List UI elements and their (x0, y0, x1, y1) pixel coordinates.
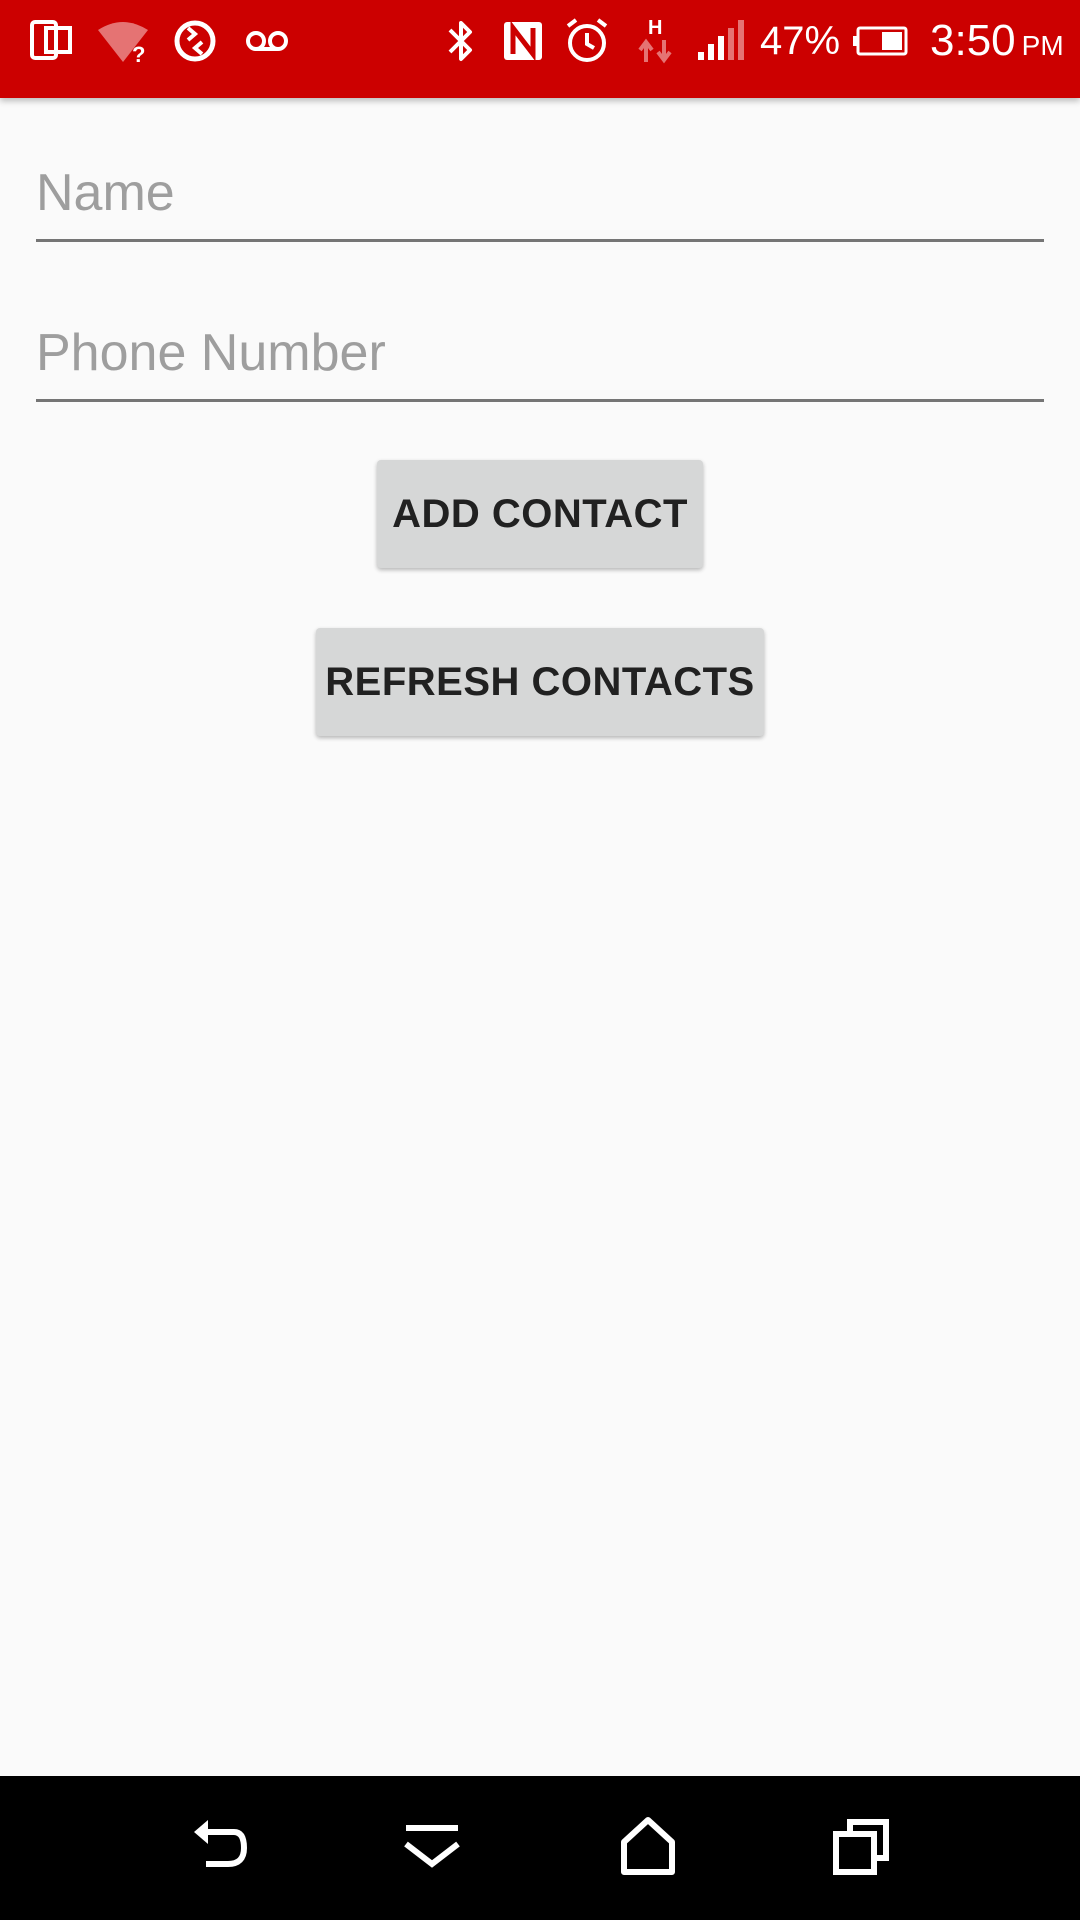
battery-percent: 47% (760, 19, 841, 63)
signal-icon (698, 20, 744, 60)
screen-icon (30, 20, 72, 60)
refresh-contacts-button[interactable]: REFRESH CONTACTS (316, 628, 764, 736)
voicemail-icon (246, 31, 288, 51)
nfc-icon (504, 20, 542, 62)
home-icon[interactable] (608, 1808, 688, 1888)
h-data-icon: H (638, 17, 672, 64)
add-contact-button[interactable]: ADD CONTACT (377, 460, 703, 568)
sync-icon (174, 20, 216, 62)
notifications-shade-icon[interactable] (392, 1808, 472, 1888)
clock: 3:50 PM (930, 14, 1064, 68)
main-content: ADD CONTACT REFRESH CONTACTS (0, 98, 1080, 1776)
wifi-unknown-icon: ? (98, 22, 148, 67)
name-field[interactable] (36, 152, 1044, 242)
clock-ampm: PM (1021, 30, 1064, 61)
back-icon[interactable] (176, 1808, 256, 1888)
battery-icon (853, 26, 908, 56)
svg-text:H: H (648, 17, 662, 39)
phone-number-field[interactable] (36, 312, 1044, 402)
recents-icon[interactable] (822, 1808, 902, 1888)
navigation-bar (0, 1776, 1080, 1920)
status-bar: ? H 47% 3:50 PM (0, 0, 1080, 98)
clock-time: 3:50 (930, 16, 1016, 65)
alarm-icon (566, 18, 608, 62)
svg-text:?: ? (132, 42, 145, 67)
bluetooth-icon (448, 21, 472, 61)
